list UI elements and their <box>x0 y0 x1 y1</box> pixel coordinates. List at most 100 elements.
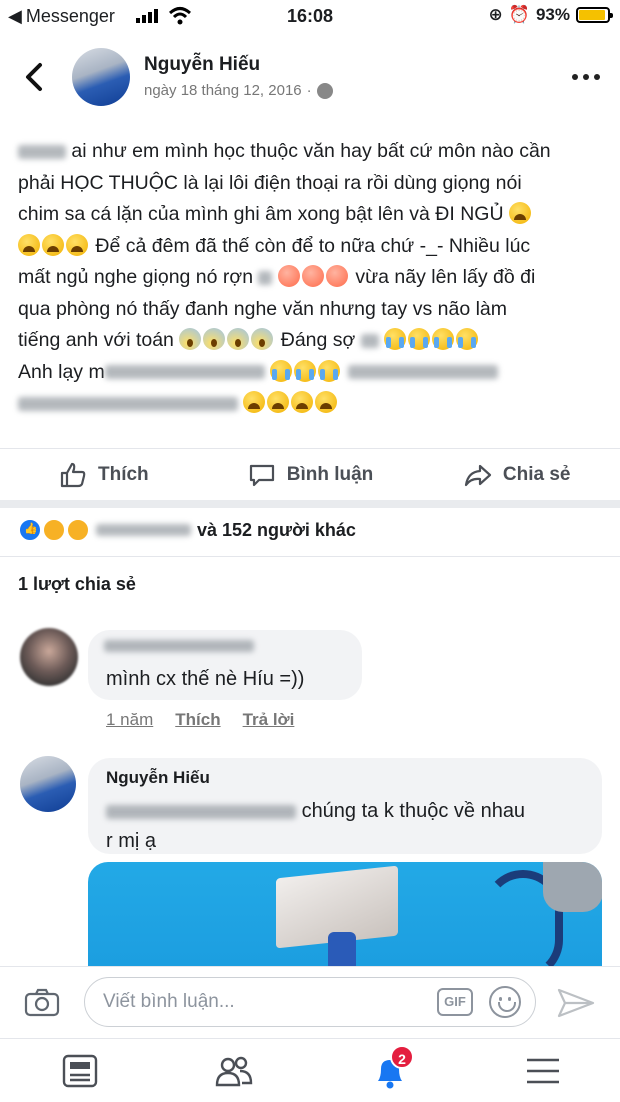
triumph-emoji-icon <box>277 265 300 287</box>
weary-emoji-icon <box>243 391 266 413</box>
status-bar: ◀ Messenger 16:08 ⊕ ⏰ 93% <box>0 0 620 34</box>
like-button[interactable]: Thích <box>0 449 207 500</box>
weary-emoji-icon <box>508 202 531 224</box>
blurred-text <box>347 365 498 380</box>
post-line: Để cả đêm đã thế còn để to nữa chứ -_- N… <box>18 231 603 263</box>
like-reaction-icon <box>18 518 42 542</box>
section-divider <box>0 500 620 508</box>
scream-emoji-icon <box>179 328 202 350</box>
crying-emoji-icon <box>456 328 479 350</box>
triumph-emoji-icon <box>301 265 324 287</box>
back-chevron-icon[interactable] <box>22 62 48 92</box>
dot-icon <box>583 74 589 80</box>
weary-emoji-icon <box>66 233 88 256</box>
scream-emoji-icon <box>251 328 274 350</box>
crying-emoji-icon <box>408 328 431 350</box>
weary-emoji-icon <box>291 391 314 413</box>
scream-emoji-icon <box>203 328 226 350</box>
weary-emoji-icon <box>18 233 40 256</box>
menu-hamburger-icon[interactable] <box>523 1051 563 1091</box>
comment-bubble: Nguyễn Hiếu chúng ta k thuộc về nhau r m… <box>88 758 602 854</box>
post-line: qua phòng nó thấy đanh nghe văn nhưng ta… <box>18 297 508 320</box>
commenter-avatar[interactable] <box>20 756 76 812</box>
reactions-count-text: và 152 người khác <box>197 519 356 540</box>
post-line: mất ngủ nghe giọng nó rợn vừa nãy lên lấ… <box>18 265 536 288</box>
rotation-lock-icon: ⊕ <box>488 5 503 24</box>
comment-icon <box>249 464 274 486</box>
news-feed-icon[interactable] <box>60 1051 100 1091</box>
battery-icon <box>576 7 613 23</box>
scream-emoji-icon <box>227 328 250 350</box>
crying-emoji-icon <box>318 359 341 382</box>
alarm-icon: ⏰ <box>508 5 530 24</box>
blurred-text <box>104 365 265 380</box>
public-globe-icon <box>316 82 333 99</box>
notifications-tab[interactable]: 2 <box>370 1045 414 1091</box>
blurred-text <box>258 270 273 285</box>
triumph-emoji-icon <box>325 265 348 287</box>
send-icon[interactable] <box>556 987 596 1019</box>
blurred-text <box>106 804 296 819</box>
comment-bubble: mình cx thế nè Híu =)) <box>88 630 362 700</box>
blurred-commenter-name <box>104 640 254 652</box>
crying-emoji-icon <box>384 328 407 350</box>
comment-composer: Viết bình luận... GIF <box>0 966 620 1038</box>
post-line: ai như em mình học thuộc văn hay bất cứ … <box>18 136 603 168</box>
more-options-button[interactable] <box>572 74 600 80</box>
photo-stand-shape <box>328 932 356 966</box>
shares-count[interactable]: 1 lượt chia sẻ <box>18 574 136 595</box>
comment-reply-link[interactable]: Trả lời <box>243 710 295 730</box>
commenter-avatar[interactable] <box>20 628 78 686</box>
dot-icon <box>572 74 578 80</box>
crying-emoji-icon <box>432 328 455 350</box>
divider <box>0 556 620 557</box>
comment-photo[interactable] <box>88 862 602 966</box>
weary-emoji-icon <box>315 391 338 413</box>
bottom-tab-bar: 2 <box>0 1038 620 1102</box>
comment-like-link[interactable]: Thích <box>175 710 220 730</box>
post-body: ai như em mình học thuộc văn hay bất cứ … <box>18 136 603 420</box>
thumbs-up-icon <box>60 462 86 487</box>
blurred-names <box>96 524 191 536</box>
post-line <box>18 388 603 420</box>
battery-percent: 93% <box>535 5 570 24</box>
comment-placeholder: Viết bình luận... <box>103 991 235 1012</box>
comment-text: mình cx thế nè Híu =)) <box>106 668 305 690</box>
author-avatar[interactable] <box>72 48 130 106</box>
comment-input[interactable]: Viết bình luận... GIF <box>84 977 536 1027</box>
post-line: tiếng anh với toán Đáng sợ <box>18 325 603 357</box>
share-button[interactable]: Chia sẻ <box>413 449 620 500</box>
dot-icon <box>594 74 600 80</box>
blurred-text <box>18 396 238 411</box>
post-line: chim sa cá lặn của mình ghi âm xong bật … <box>18 199 603 231</box>
post-date[interactable]: ngày 18 tháng 12, 2016 <box>144 82 302 99</box>
weary-emoji-icon <box>267 391 290 413</box>
notifications-badge: 2 <box>390 1045 414 1069</box>
friends-icon[interactable] <box>214 1051 254 1091</box>
author-name[interactable]: Nguyễn Hiếu <box>144 54 260 76</box>
post-header: Nguyễn Hiếu ngày 18 tháng 12, 2016 · <box>0 40 620 120</box>
comment-text: chúng ta k thuộc về nhau r mị ạ <box>106 800 526 852</box>
gif-button[interactable]: GIF <box>437 988 473 1016</box>
meta-separator: · <box>306 82 312 99</box>
crying-emoji-icon <box>270 359 293 382</box>
share-label: Chia sẻ <box>502 463 571 485</box>
comment-time: 1 năm <box>106 710 154 729</box>
photo-object-shape <box>543 862 602 912</box>
comment-label: Bình luận <box>286 463 374 485</box>
comment-button[interactable]: Bình luận <box>207 449 414 500</box>
comment-meta: 1 năm Thích Trả lời <box>106 710 294 730</box>
blurred-text <box>360 333 379 348</box>
wow-reaction-icon <box>66 518 90 542</box>
reactions-summary[interactable]: và 152 người khác <box>18 518 356 542</box>
post-line: Anh lạy m <box>18 357 603 389</box>
commenter-name[interactable]: Nguyễn Hiếu <box>106 768 210 788</box>
emoji-smile-icon[interactable] <box>489 986 521 1018</box>
camera-icon[interactable] <box>24 987 60 1017</box>
share-arrow-icon <box>464 464 491 486</box>
blurred-text <box>18 144 66 159</box>
post-line: phải HỌC THUỘC là lại lôi điện thoại ra … <box>18 171 522 194</box>
post-actions: Thích Bình luận Chia sẻ <box>0 448 620 500</box>
like-label: Thích <box>98 463 149 485</box>
haha-reaction-icon <box>42 518 66 542</box>
